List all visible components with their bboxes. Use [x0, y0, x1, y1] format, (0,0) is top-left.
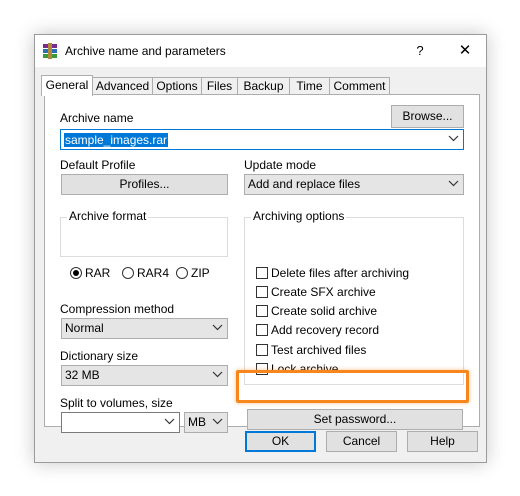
dictionary-value: 32 MB [65, 368, 100, 382]
archive-name-combo[interactable]: sample_images.rar [60, 129, 464, 150]
checkbox-create-sfx[interactable] [256, 286, 268, 298]
tab-advanced[interactable]: Advanced [92, 77, 153, 94]
archive-format-label: Archive format [67, 209, 149, 223]
archive-format-group [60, 217, 228, 257]
set-password-highlight [236, 370, 469, 403]
winrar-app-icon [43, 43, 57, 59]
help-button[interactable]: Help [407, 431, 478, 452]
chevron-down-icon [164, 418, 175, 425]
tab-general[interactable]: General [41, 75, 93, 96]
radio-rar4[interactable] [122, 267, 134, 279]
chevron-down-icon [212, 324, 223, 331]
checkbox-solid-archive[interactable] [256, 305, 268, 317]
checkbox-recovery-record[interactable] [256, 324, 268, 336]
dictionary-select[interactable]: 32 MB [61, 365, 228, 386]
checkbox-delete-files[interactable] [256, 267, 268, 279]
checkbox-create-sfx-label: Create SFX archive [271, 285, 376, 299]
checkbox-solid-archive-label: Create solid archive [271, 304, 378, 318]
cancel-button[interactable]: Cancel [326, 431, 397, 452]
tab-options[interactable]: Options [152, 77, 202, 94]
radio-rar4-label: RAR4 [137, 266, 170, 280]
split-unit-value: MB [188, 415, 206, 429]
update-mode-select[interactable]: Add and replace files [244, 174, 464, 195]
archive-name-label: Archive name [60, 111, 134, 125]
compression-select[interactable]: Normal [61, 318, 228, 339]
radio-zip-label: ZIP [191, 266, 210, 280]
split-label: Split to volumes, size [60, 396, 173, 410]
tab-time[interactable]: Time [289, 77, 330, 94]
chevron-down-icon [212, 418, 223, 425]
archiving-options-group [244, 217, 464, 385]
checkbox-test-files[interactable] [256, 344, 268, 356]
default-profile-label: Default Profile [60, 158, 136, 172]
update-mode-label: Update mode [244, 158, 317, 172]
chevron-down-icon [448, 135, 459, 142]
archiving-options-label: Archiving options [251, 209, 347, 223]
ok-button[interactable]: OK [245, 431, 316, 452]
radio-zip[interactable] [176, 267, 188, 279]
split-size-combo[interactable] [61, 412, 180, 433]
split-unit-select[interactable]: MB [184, 412, 228, 433]
checkbox-recovery-record-label: Add recovery record [271, 323, 380, 337]
checkbox-test-files-label: Test archived files [271, 343, 367, 357]
tab-backup[interactable]: Backup [237, 77, 290, 94]
title-bar: Archive name and parameters ? ✕ [35, 35, 486, 67]
help-icon[interactable]: ? [411, 41, 429, 61]
chevron-down-icon [212, 371, 223, 378]
browse-button[interactable]: Browse... [391, 105, 464, 128]
compression-label: Compression method [60, 302, 175, 316]
profiles-button[interactable]: Profiles... [61, 174, 228, 195]
dictionary-label: Dictionary size [60, 349, 139, 363]
checkbox-delete-files-label: Delete files after archiving [271, 266, 410, 280]
compression-value: Normal [65, 321, 104, 335]
radio-rar[interactable] [70, 267, 82, 279]
set-password-button[interactable]: Set password... [247, 409, 463, 430]
radio-rar-label: RAR [85, 266, 111, 280]
chevron-down-icon [448, 180, 459, 187]
update-mode-value: Add and replace files [248, 177, 361, 191]
window-title: Archive name and parameters [65, 44, 226, 58]
close-icon[interactable]: ✕ [455, 41, 475, 61]
tab-files[interactable]: Files [201, 77, 238, 94]
tab-comment[interactable]: Comment [329, 77, 390, 94]
archive-name-value: sample_images.rar [64, 133, 169, 147]
